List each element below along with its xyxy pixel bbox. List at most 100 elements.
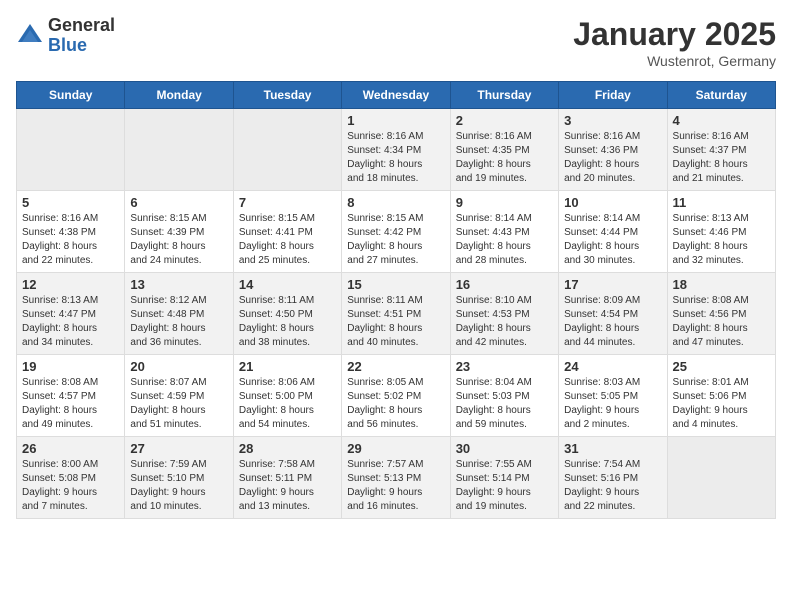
day-info: Sunrise: 7:54 AM Sunset: 5:16 PM Dayligh…	[564, 458, 661, 514]
day-info: Sunrise: 8:13 AM Sunset: 4:47 PM Dayligh…	[22, 294, 119, 350]
day-number: 8	[347, 195, 444, 210]
calendar-cell: 29 Sunrise: 7:57 AM Sunset: 5:13 PM Dayli…	[342, 437, 450, 519]
calendar-week-row: 26Sunrise: 8:00 AM Sunset: 5:08 PM Dayli…	[17, 437, 776, 519]
calendar-cell: 27Sunrise: 7:59 AM Sunset: 5:10 PM Dayli…	[125, 437, 233, 519]
day-info: Sunrise: 8:10 AM Sunset: 4:53 PM Dayligh…	[456, 294, 553, 350]
calendar-cell: 22 Sunrise: 8:05 AM Sunset: 5:02 PM Dayli…	[342, 355, 450, 437]
day-info: Sunrise: 7:55 AM Sunset: 5:14 PM Dayligh…	[456, 458, 553, 514]
day-number: 27	[130, 441, 227, 456]
weekday-header-saturday: Saturday	[667, 82, 775, 109]
logo-general-text: General	[48, 16, 115, 36]
calendar-cell: 4Sunrise: 8:16 AM Sunset: 4:37 PM Daylig…	[667, 109, 775, 191]
calendar-week-row: 1 Sunrise: 8:16 AM Sunset: 4:34 PM Daylig…	[17, 109, 776, 191]
calendar-cell: 9 Sunrise: 8:14 AM Sunset: 4:43 PM Daylig…	[450, 191, 558, 273]
day-info: Sunrise: 8:16 AM Sunset: 4:38 PM Dayligh…	[22, 212, 119, 268]
day-info: Sunrise: 8:04 AM Sunset: 5:03 PM Dayligh…	[456, 376, 553, 432]
day-info: Sunrise: 8:14 AM Sunset: 4:44 PM Dayligh…	[564, 212, 661, 268]
weekday-header-thursday: Thursday	[450, 82, 558, 109]
calendar-cell: 15 Sunrise: 8:11 AM Sunset: 4:51 PM Dayli…	[342, 273, 450, 355]
calendar-cell: 1 Sunrise: 8:16 AM Sunset: 4:34 PM Daylig…	[342, 109, 450, 191]
calendar-cell: 26Sunrise: 8:00 AM Sunset: 5:08 PM Dayli…	[17, 437, 125, 519]
calendar-week-row: 12 Sunrise: 8:13 AM Sunset: 4:47 PM Dayli…	[17, 273, 776, 355]
day-number: 9	[456, 195, 553, 210]
calendar-table: SundayMondayTuesdayWednesdayThursdayFrid…	[16, 81, 776, 519]
calendar-cell	[233, 109, 341, 191]
calendar-cell: 5 Sunrise: 8:16 AM Sunset: 4:38 PM Daylig…	[17, 191, 125, 273]
day-number: 13	[130, 277, 227, 292]
day-info: Sunrise: 7:58 AM Sunset: 5:11 PM Dayligh…	[239, 458, 336, 514]
day-info: Sunrise: 8:12 AM Sunset: 4:48 PM Dayligh…	[130, 294, 227, 350]
day-number: 12	[22, 277, 119, 292]
calendar-cell: 3Sunrise: 8:16 AM Sunset: 4:36 PM Daylig…	[559, 109, 667, 191]
day-number: 29	[347, 441, 444, 456]
calendar-cell: 18 Sunrise: 8:08 AM Sunset: 4:56 PM Dayli…	[667, 273, 775, 355]
day-info: Sunrise: 8:16 AM Sunset: 4:36 PM Dayligh…	[564, 130, 661, 186]
calendar-cell: 14 Sunrise: 8:11 AM Sunset: 4:50 PM Dayli…	[233, 273, 341, 355]
calendar-cell: 24Sunrise: 8:03 AM Sunset: 5:05 PM Dayli…	[559, 355, 667, 437]
calendar-location: Wustenrot, Germany	[573, 53, 776, 69]
day-info: Sunrise: 8:11 AM Sunset: 4:51 PM Dayligh…	[347, 294, 444, 350]
day-info: Sunrise: 8:08 AM Sunset: 4:57 PM Dayligh…	[22, 376, 119, 432]
weekday-header-wednesday: Wednesday	[342, 82, 450, 109]
calendar-cell: 17Sunrise: 8:09 AM Sunset: 4:54 PM Dayli…	[559, 273, 667, 355]
day-number: 22	[347, 359, 444, 374]
day-info: Sunrise: 8:15 AM Sunset: 4:42 PM Dayligh…	[347, 212, 444, 268]
weekday-header-friday: Friday	[559, 82, 667, 109]
day-number: 31	[564, 441, 661, 456]
calendar-cell: 7 Sunrise: 8:15 AM Sunset: 4:41 PM Daylig…	[233, 191, 341, 273]
calendar-week-row: 19 Sunrise: 8:08 AM Sunset: 4:57 PM Dayli…	[17, 355, 776, 437]
calendar-cell: 6 Sunrise: 8:15 AM Sunset: 4:39 PM Daylig…	[125, 191, 233, 273]
calendar-week-row: 5 Sunrise: 8:16 AM Sunset: 4:38 PM Daylig…	[17, 191, 776, 273]
day-info: Sunrise: 8:00 AM Sunset: 5:08 PM Dayligh…	[22, 458, 119, 514]
calendar-cell: 31 Sunrise: 7:54 AM Sunset: 5:16 PM Dayli…	[559, 437, 667, 519]
day-number: 14	[239, 277, 336, 292]
day-info: Sunrise: 8:16 AM Sunset: 4:34 PM Dayligh…	[347, 130, 444, 186]
logo-blue-text: Blue	[48, 36, 115, 56]
calendar-cell: 19 Sunrise: 8:08 AM Sunset: 4:57 PM Dayli…	[17, 355, 125, 437]
weekday-header-row: SundayMondayTuesdayWednesdayThursdayFrid…	[17, 82, 776, 109]
day-info: Sunrise: 8:05 AM Sunset: 5:02 PM Dayligh…	[347, 376, 444, 432]
logo-icon	[16, 22, 44, 50]
day-info: Sunrise: 8:16 AM Sunset: 4:35 PM Dayligh…	[456, 130, 553, 186]
weekday-header-sunday: Sunday	[17, 82, 125, 109]
calendar-cell: 16 Sunrise: 8:10 AM Sunset: 4:53 PM Dayli…	[450, 273, 558, 355]
page-header: General Blue January 2025 Wustenrot, Ger…	[16, 16, 776, 69]
day-number: 16	[456, 277, 553, 292]
day-number: 19	[22, 359, 119, 374]
calendar-cell: 23 Sunrise: 8:04 AM Sunset: 5:03 PM Dayli…	[450, 355, 558, 437]
calendar-title: January 2025	[573, 16, 776, 53]
calendar-cell: 2Sunrise: 8:16 AM Sunset: 4:35 PM Daylig…	[450, 109, 558, 191]
weekday-header-monday: Monday	[125, 82, 233, 109]
calendar-cell: 13 Sunrise: 8:12 AM Sunset: 4:48 PM Dayli…	[125, 273, 233, 355]
day-number: 5	[22, 195, 119, 210]
calendar-cell: 20Sunrise: 8:07 AM Sunset: 4:59 PM Dayli…	[125, 355, 233, 437]
day-info: Sunrise: 8:11 AM Sunset: 4:50 PM Dayligh…	[239, 294, 336, 350]
day-number: 7	[239, 195, 336, 210]
day-info: Sunrise: 8:07 AM Sunset: 4:59 PM Dayligh…	[130, 376, 227, 432]
calendar-cell: 28 Sunrise: 7:58 AM Sunset: 5:11 PM Dayli…	[233, 437, 341, 519]
day-number: 15	[347, 277, 444, 292]
day-number: 6	[130, 195, 227, 210]
calendar-cell: 12 Sunrise: 8:13 AM Sunset: 4:47 PM Dayli…	[17, 273, 125, 355]
day-number: 28	[239, 441, 336, 456]
day-number: 30	[456, 441, 553, 456]
day-number: 11	[673, 195, 770, 210]
day-number: 1	[347, 113, 444, 128]
day-number: 18	[673, 277, 770, 292]
calendar-cell: 8 Sunrise: 8:15 AM Sunset: 4:42 PM Daylig…	[342, 191, 450, 273]
day-info: Sunrise: 8:08 AM Sunset: 4:56 PM Dayligh…	[673, 294, 770, 350]
day-number: 23	[456, 359, 553, 374]
day-info: Sunrise: 8:01 AM Sunset: 5:06 PM Dayligh…	[673, 376, 770, 432]
day-info: Sunrise: 7:57 AM Sunset: 5:13 PM Dayligh…	[347, 458, 444, 514]
day-info: Sunrise: 8:15 AM Sunset: 4:39 PM Dayligh…	[130, 212, 227, 268]
day-number: 17	[564, 277, 661, 292]
day-number: 25	[673, 359, 770, 374]
day-number: 10	[564, 195, 661, 210]
day-info: Sunrise: 8:14 AM Sunset: 4:43 PM Dayligh…	[456, 212, 553, 268]
weekday-header-tuesday: Tuesday	[233, 82, 341, 109]
day-info: Sunrise: 8:03 AM Sunset: 5:05 PM Dayligh…	[564, 376, 661, 432]
day-info: Sunrise: 8:06 AM Sunset: 5:00 PM Dayligh…	[239, 376, 336, 432]
day-info: Sunrise: 8:15 AM Sunset: 4:41 PM Dayligh…	[239, 212, 336, 268]
day-info: Sunrise: 8:13 AM Sunset: 4:46 PM Dayligh…	[673, 212, 770, 268]
calendar-cell: 10 Sunrise: 8:14 AM Sunset: 4:44 PM Dayli…	[559, 191, 667, 273]
